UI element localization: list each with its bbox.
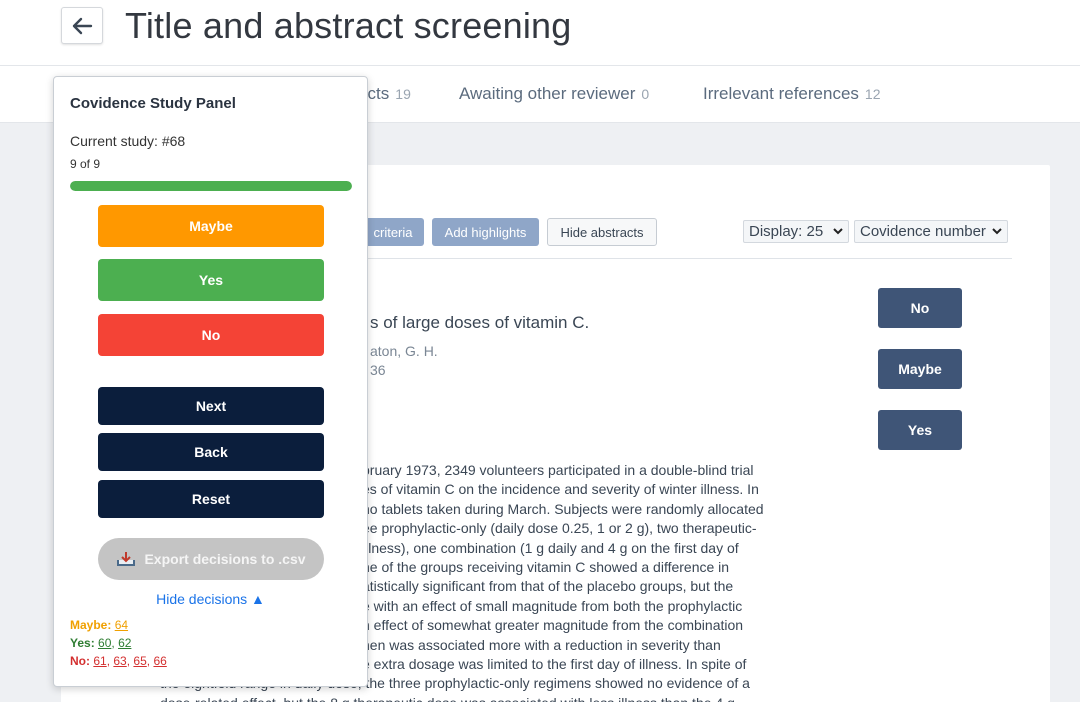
panel-maybe-button[interactable]: Maybe [98, 205, 324, 247]
chevron-down-icon [992, 228, 1002, 235]
tab-count: 19 [395, 86, 411, 102]
study-link[interactable]: 61 [93, 654, 106, 668]
study-link[interactable]: 63 [113, 654, 126, 668]
hide-decisions-link[interactable]: Hide decisions ▲ [54, 591, 367, 607]
no-button[interactable]: No [878, 288, 962, 328]
select-value: Covidence number [860, 223, 986, 240]
criteria-button[interactable]: criteria [362, 218, 424, 246]
tab-label: Irrelevant references [703, 84, 859, 103]
study-link[interactable]: 62 [118, 636, 131, 650]
progress-bar [70, 181, 352, 191]
panel-title: Covidence Study Panel [70, 95, 236, 112]
progress-fill [70, 181, 352, 191]
no-decisions-label: No: [70, 654, 90, 668]
yes-button[interactable]: Yes [878, 410, 962, 450]
study-title: s of large doses of vitamin C. [370, 313, 590, 332]
panel-no-button[interactable]: No [98, 314, 324, 356]
no-decisions-row: No: 61, 63, 65, 66 [70, 654, 167, 668]
arrow-left-icon [72, 17, 93, 34]
covidence-study-panel: Covidence Study Panel Current study: #68… [53, 76, 368, 687]
yes-decisions-row: Yes: 60, 62 [70, 636, 132, 650]
abstract-line: dose-related effect, but the 8 g therape… [160, 694, 790, 702]
tab-count: 12 [864, 86, 881, 102]
progress-text: 9 of 9 [70, 157, 101, 171]
chevron-down-icon [833, 228, 843, 235]
study-authors: aton, G. H. [370, 343, 438, 359]
add-highlights-button[interactable]: Add highlights [432, 218, 539, 246]
study-link[interactable]: 65 [133, 654, 146, 668]
back-study-button[interactable]: Back [98, 433, 324, 471]
tab-count: 0 [641, 86, 650, 102]
current-study: Current study: #68 [70, 133, 186, 149]
page-title: Title and abstract screening [125, 5, 572, 46]
maybe-decisions-label: Maybe: [70, 618, 112, 632]
display-count-select[interactable]: Display: 25 [743, 220, 849, 243]
back-button[interactable] [61, 7, 103, 44]
study-link[interactable]: 60 [98, 636, 111, 650]
tab-awaiting-other-reviewer[interactable]: Awaiting other reviewer 0 [459, 84, 649, 104]
maybe-button[interactable]: Maybe [878, 349, 962, 389]
study-link[interactable]: 66 [153, 654, 166, 668]
yes-decisions-label: Yes: [70, 636, 95, 650]
tray-download-icon [117, 552, 136, 566]
tab-irrelevant-references[interactable]: Irrelevant references 12 [703, 84, 880, 104]
page-header: Title and abstract screening [0, 0, 1080, 66]
sort-select[interactable]: Covidence number [854, 220, 1008, 243]
export-csv-button[interactable]: Export decisions to .csv [98, 538, 324, 580]
hide-abstracts-button[interactable]: Hide abstracts [547, 218, 657, 246]
tab-label: Awaiting other reviewer [459, 84, 636, 103]
export-label: Export decisions to .csv [144, 551, 306, 567]
panel-yes-button[interactable]: Yes [98, 259, 324, 301]
study-link[interactable]: 64 [115, 618, 128, 632]
study-meta: 36 [370, 362, 386, 378]
select-value: Display: 25 [749, 223, 824, 240]
maybe-decisions-row: Maybe: 64 [70, 618, 128, 632]
reset-button[interactable]: Reset [98, 480, 324, 518]
next-button[interactable]: Next [98, 387, 324, 425]
